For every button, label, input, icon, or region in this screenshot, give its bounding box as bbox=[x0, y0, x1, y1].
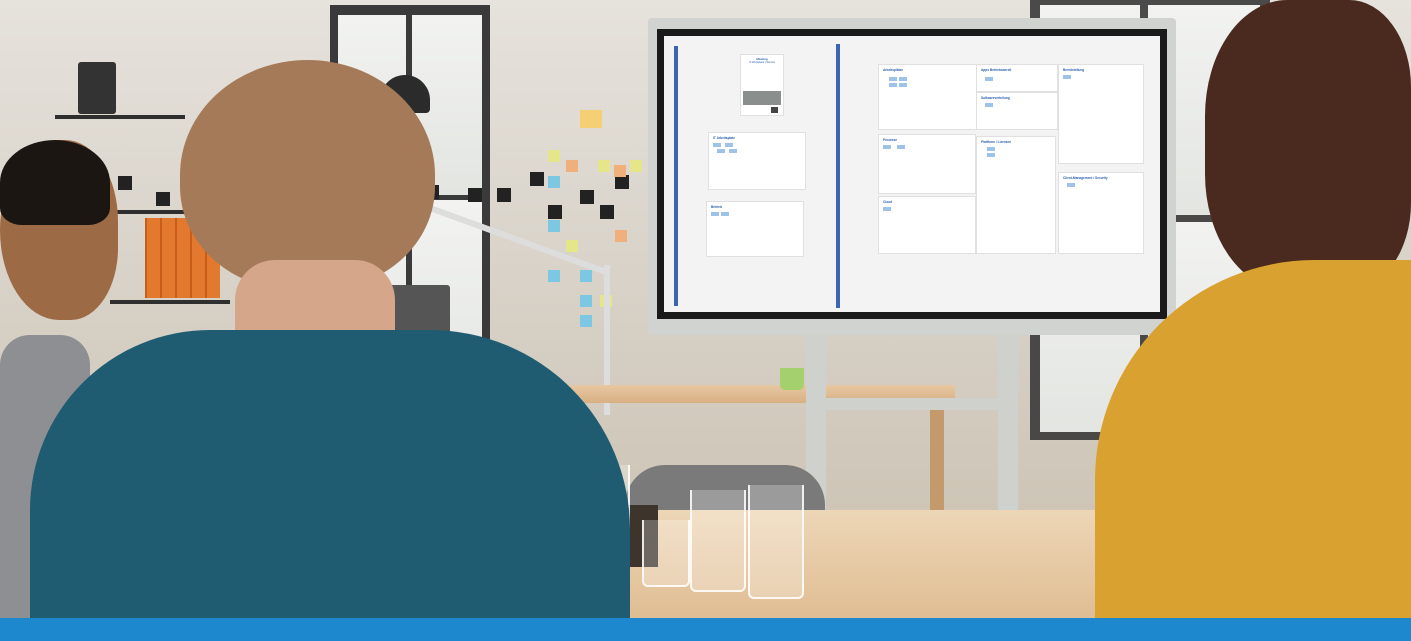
section-card[interactable]: Plattform / Lizenzen bbox=[976, 136, 1056, 254]
digital-whiteboard[interactable]: Meeting IT-Workplace | Service IT Arbeit… bbox=[664, 36, 1160, 312]
note[interactable] bbox=[987, 147, 995, 151]
person-center-sweater bbox=[30, 330, 630, 618]
section-title: Softwareverteilung bbox=[981, 96, 1010, 100]
drinking-glass bbox=[690, 490, 746, 592]
note[interactable] bbox=[729, 149, 737, 153]
section-title: Betrieb bbox=[711, 205, 722, 209]
note[interactable] bbox=[721, 212, 729, 216]
note[interactable] bbox=[717, 149, 725, 153]
section-title: Cloud bbox=[883, 200, 893, 204]
person-center bbox=[30, 60, 630, 618]
poster-qr bbox=[771, 107, 778, 113]
accent-footer-bar bbox=[0, 618, 1411, 641]
person-right-sweater bbox=[1095, 260, 1411, 618]
person-right-hair bbox=[1205, 0, 1411, 290]
note[interactable] bbox=[987, 153, 995, 157]
note[interactable] bbox=[899, 83, 907, 87]
sticky-note bbox=[630, 160, 642, 172]
note[interactable] bbox=[725, 143, 733, 147]
drinking-glass bbox=[642, 520, 690, 587]
section-card[interactable]: Arbeitsplätze bbox=[878, 64, 978, 130]
section-title: Arbeitsplätze bbox=[883, 68, 904, 72]
note[interactable] bbox=[897, 145, 905, 149]
board-divider bbox=[674, 46, 678, 306]
section-card[interactable]: Softwareverteilung bbox=[976, 92, 1058, 130]
poster-image bbox=[743, 91, 781, 105]
section-card[interactable]: Prozesse bbox=[878, 134, 976, 194]
display-stand-shelf bbox=[806, 398, 1018, 410]
note[interactable] bbox=[1067, 183, 1075, 187]
note[interactable] bbox=[711, 212, 719, 216]
section-title: Bereitstellung bbox=[1063, 68, 1085, 72]
section-title: Apps Betriebsbereit bbox=[981, 68, 1012, 72]
board-divider bbox=[836, 44, 840, 308]
office-photo: Meeting IT-Workplace | Service IT Arbeit… bbox=[0, 0, 1411, 618]
person-center-hair bbox=[180, 60, 435, 290]
section-card[interactable]: Cloud bbox=[878, 196, 976, 254]
poster-subtitle: IT-Workplace | Service bbox=[749, 61, 775, 64]
note[interactable] bbox=[713, 143, 721, 147]
note[interactable] bbox=[1063, 75, 1071, 79]
section-title: Prozesse bbox=[883, 138, 897, 142]
drinking-glass bbox=[748, 485, 804, 599]
note[interactable] bbox=[899, 77, 907, 81]
note[interactable] bbox=[883, 145, 891, 149]
section-card[interactable]: IT Arbeitsplatz bbox=[708, 132, 806, 190]
mug bbox=[780, 368, 804, 390]
note[interactable] bbox=[985, 103, 993, 107]
person-right bbox=[1095, 0, 1411, 618]
section-card[interactable]: Apps Betriebsbereit bbox=[976, 64, 1058, 92]
note[interactable] bbox=[889, 83, 897, 87]
note[interactable] bbox=[985, 77, 993, 81]
note[interactable] bbox=[889, 77, 897, 81]
board-poster[interactable]: Meeting IT-Workplace | Service bbox=[740, 54, 784, 116]
note[interactable] bbox=[883, 207, 891, 211]
section-card[interactable]: Betrieb bbox=[706, 201, 804, 257]
section-title: Plattform / Lizenzen bbox=[981, 140, 1012, 144]
section-title: IT Arbeitsplatz bbox=[713, 136, 735, 140]
